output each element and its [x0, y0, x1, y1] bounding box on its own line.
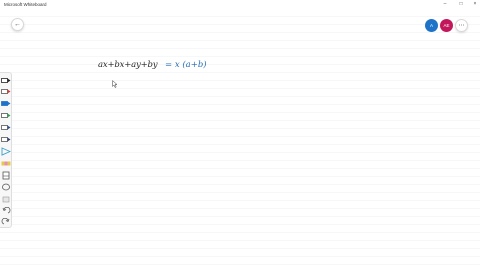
avatar[interactable]: A	[425, 19, 438, 32]
ink-expression-right[interactable]: = x (a+b)	[165, 60, 207, 70]
highlighter-icon[interactable]	[1, 159, 11, 168]
avatar[interactable]: AE	[440, 19, 453, 32]
window-title: Microsoft Whiteboard	[4, 2, 47, 7]
pen-blue-icon[interactable]	[1, 99, 11, 108]
pen-black-icon[interactable]	[1, 76, 11, 85]
whiteboard-canvas[interactable]	[0, 9, 480, 270]
more-icon: ⋯	[458, 23, 465, 29]
close-icon[interactable]: ×	[468, 0, 480, 9]
ink-toolbar	[0, 72, 12, 228]
minimize-icon[interactable]: –	[438, 0, 452, 9]
back-button[interactable]: ←	[11, 18, 24, 31]
title-bar: Microsoft Whiteboard – □ ×	[0, 0, 480, 9]
ruler-icon[interactable]	[1, 195, 11, 204]
ink-expression-left[interactable]: ax+bx+ay+by	[98, 60, 158, 70]
arrow-left-icon: ←	[14, 21, 21, 28]
lasso-icon[interactable]	[1, 183, 11, 192]
maximize-icon[interactable]: □	[454, 0, 468, 9]
pen-green-icon[interactable]	[1, 111, 11, 120]
pen-cyan-icon[interactable]	[1, 147, 11, 156]
mouse-cursor-icon	[112, 75, 118, 93]
pen-navy-icon[interactable]	[1, 135, 11, 144]
more-button[interactable]: ⋯	[455, 19, 468, 32]
avatar-initials: A	[429, 23, 433, 28]
pen-darkblue-icon[interactable]	[1, 123, 11, 132]
pen-red-icon[interactable]	[1, 87, 11, 96]
redo-icon[interactable]	[1, 218, 11, 227]
undo-icon[interactable]	[1, 207, 11, 216]
avatar-initials: AE	[443, 23, 450, 28]
eraser-icon[interactable]	[1, 171, 11, 180]
